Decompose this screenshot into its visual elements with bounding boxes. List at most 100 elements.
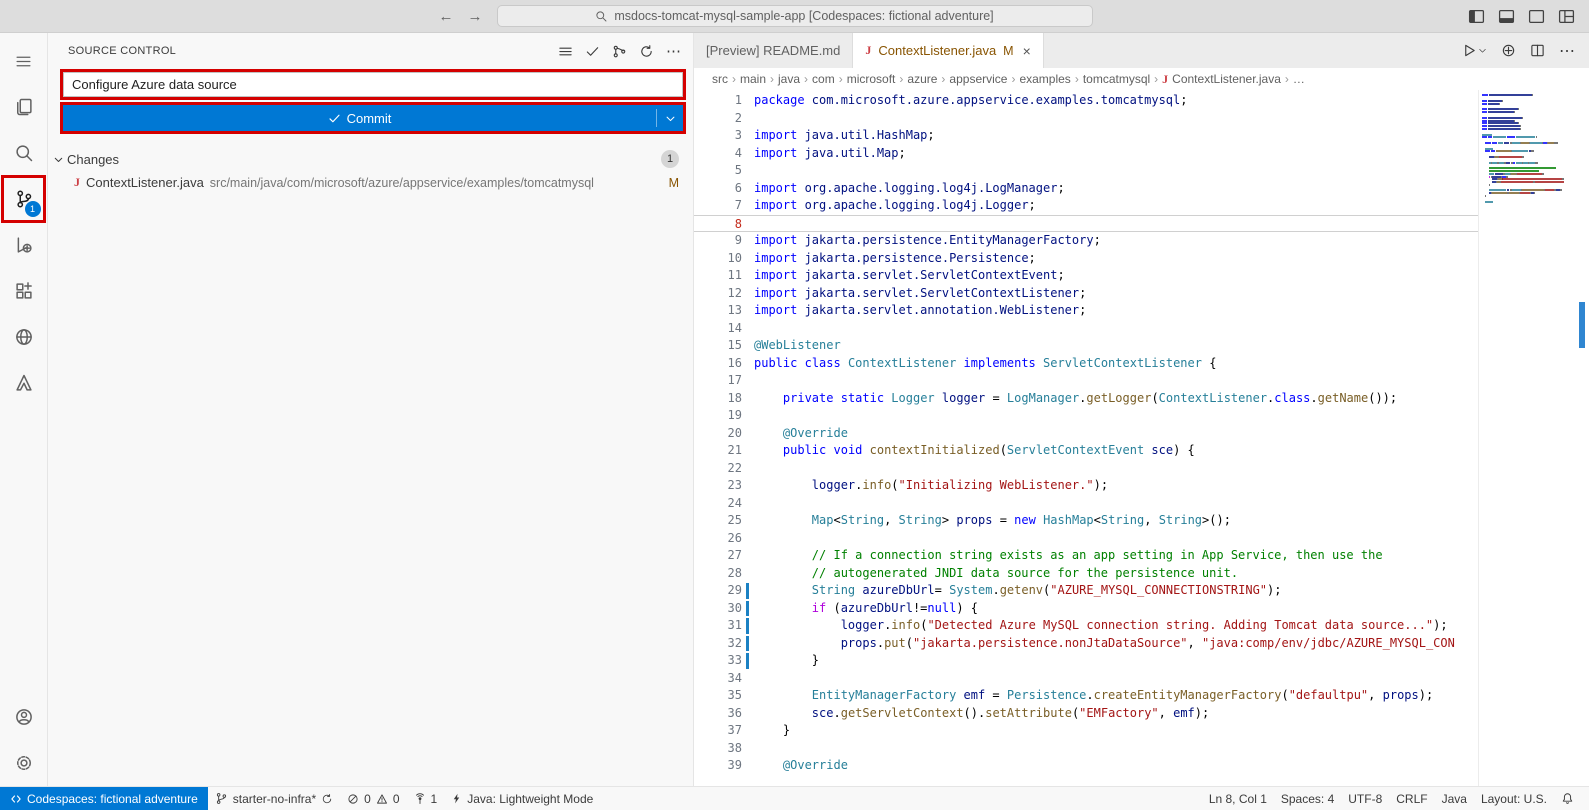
gutter-decoration[interactable] (742, 372, 754, 390)
code-line-18[interactable]: 18 private static Logger logger = LogMan… (694, 390, 1478, 408)
gutter-decoration[interactable] (742, 477, 754, 495)
line-number[interactable]: 5 (694, 162, 742, 180)
more-actions-icon[interactable]: ⋯ (666, 42, 681, 60)
code-line-35[interactable]: 35 EntityManagerFactory emf = Persistenc… (694, 687, 1478, 705)
azure-icon[interactable] (0, 360, 48, 406)
gutter-decoration[interactable] (742, 355, 754, 373)
code-line-13[interactable]: 13import jakarta.servlet.annotation.WebL… (694, 302, 1478, 320)
changes-section-header[interactable]: Changes 1 (48, 147, 693, 171)
gutter-decoration[interactable] (742, 547, 754, 565)
code-line-27[interactable]: 27 // If a connection string exists as a… (694, 547, 1478, 565)
code-line-25[interactable]: 25 Map<String, String> props = new HashM… (694, 512, 1478, 530)
breadcrumb-item[interactable]: microsoft (845, 72, 898, 86)
commit-action-icon[interactable] (585, 44, 600, 59)
code-area[interactable]: 1package com.microsoft.azure.appservice.… (694, 90, 1478, 786)
gutter-decoration[interactable] (742, 617, 754, 635)
code-line-37[interactable]: 37 } (694, 722, 1478, 740)
line-number[interactable]: 9 (694, 232, 742, 250)
keyboard-layout[interactable]: Layout: U.S. (1474, 787, 1554, 810)
line-number[interactable]: 11 (694, 267, 742, 285)
code-line-30[interactable]: 30 if (azureDbUrl!=null) { (694, 600, 1478, 618)
line-number[interactable]: 17 (694, 372, 742, 390)
java-status[interactable]: Java: Lightweight Mode (444, 787, 600, 810)
overview-ruler[interactable] (1574, 90, 1589, 786)
line-number[interactable]: 31 (694, 617, 742, 635)
gutter-decoration[interactable] (742, 162, 754, 180)
branch-indicator[interactable]: starter-no-infra* (208, 787, 340, 810)
gutter-decoration[interactable] (742, 216, 754, 232)
notifications-bell-icon[interactable] (1554, 787, 1581, 810)
indentation[interactable]: Spaces: 4 (1274, 787, 1341, 810)
line-number[interactable]: 30 (694, 600, 742, 618)
line-number[interactable]: 26 (694, 530, 742, 548)
gutter-decoration[interactable] (742, 600, 754, 618)
gutter-decoration[interactable] (742, 565, 754, 583)
line-number[interactable]: 38 (694, 740, 742, 758)
code-line-6[interactable]: 6import org.apache.logging.log4j.LogMana… (694, 180, 1478, 198)
run-java-button[interactable] (1462, 43, 1487, 58)
breadcrumb-item[interactable]: src (710, 72, 730, 86)
code-line-2[interactable]: 2 (694, 110, 1478, 128)
code-line-8[interactable]: 8 (694, 215, 1478, 233)
line-number[interactable]: 18 (694, 390, 742, 408)
remote-indicator[interactable]: Codespaces: fictional adventure (0, 787, 208, 810)
code-editor[interactable]: 1package com.microsoft.azure.appservice.… (694, 90, 1589, 786)
breadcrumb-item[interactable]: JContextListener.java (1160, 72, 1283, 87)
code-line-20[interactable]: 20 @Override (694, 425, 1478, 443)
source-control-icon[interactable]: 1 (0, 176, 48, 222)
settings-gear-icon[interactable] (0, 740, 48, 786)
view-as-list-icon[interactable] (558, 44, 573, 59)
line-number[interactable]: 1 (694, 92, 742, 110)
gutter-decoration[interactable] (742, 512, 754, 530)
code-line-31[interactable]: 31 logger.info("Detected Azure MySQL con… (694, 617, 1478, 635)
line-number[interactable]: 32 (694, 635, 742, 653)
breadcrumb-item[interactable]: appservice (947, 72, 1009, 86)
line-number[interactable]: 13 (694, 302, 742, 320)
remote-explorer-icon[interactable] (0, 314, 48, 360)
line-number[interactable]: 20 (694, 425, 742, 443)
line-number[interactable]: 35 (694, 687, 742, 705)
tab-contextlistener[interactable]: J ContextListener.java M × (853, 33, 1043, 68)
commit-dropdown-button[interactable] (657, 105, 683, 131)
code-line-26[interactable]: 26 (694, 530, 1478, 548)
code-line-29[interactable]: 29 String azureDbUrl= System.getenv("AZU… (694, 582, 1478, 600)
gutter-decoration[interactable] (742, 267, 754, 285)
line-number[interactable]: 16 (694, 355, 742, 373)
gutter-decoration[interactable] (742, 92, 754, 110)
toggle-secondary-sidebar-icon[interactable] (1528, 8, 1545, 25)
code-line-17[interactable]: 17 (694, 372, 1478, 390)
breadcrumb-item[interactable]: azure (905, 72, 939, 86)
gutter-decoration[interactable] (742, 687, 754, 705)
gutter-decoration[interactable] (742, 582, 754, 600)
editor-more-actions-icon[interactable]: ⋯ (1559, 41, 1575, 61)
search-view-icon[interactable] (0, 130, 48, 176)
gutter-decoration[interactable] (742, 127, 754, 145)
gutter-decoration[interactable] (742, 757, 754, 775)
code-line-12[interactable]: 12import jakarta.servlet.ServletContextL… (694, 285, 1478, 303)
line-number[interactable]: 19 (694, 407, 742, 425)
gutter-decoration[interactable] (742, 635, 754, 653)
split-editor-icon[interactable] (1530, 43, 1545, 58)
line-number[interactable]: 7 (694, 197, 742, 215)
changed-file-row[interactable]: J ContextListener.java src/main/java/com… (48, 171, 693, 194)
line-number[interactable]: 6 (694, 180, 742, 198)
gutter-decoration[interactable] (742, 320, 754, 338)
line-number[interactable]: 8 (694, 216, 742, 232)
commit-message-input[interactable] (63, 72, 683, 97)
code-line-10[interactable]: 10import jakarta.persistence.Persistence… (694, 250, 1478, 268)
explorer-icon[interactable] (0, 84, 48, 130)
breadcrumb-item[interactable]: main (738, 72, 768, 86)
gutter-decoration[interactable] (742, 530, 754, 548)
gutter-decoration[interactable] (742, 407, 754, 425)
line-number[interactable]: 2 (694, 110, 742, 128)
gutter-decoration[interactable] (742, 285, 754, 303)
code-line-5[interactable]: 5 (694, 162, 1478, 180)
code-line-32[interactable]: 32 props.put("jakarta.persistence.nonJta… (694, 635, 1478, 653)
gutter-decoration[interactable] (742, 442, 754, 460)
run-debug-icon[interactable] (0, 222, 48, 268)
line-number[interactable]: 29 (694, 582, 742, 600)
line-number[interactable]: 12 (694, 285, 742, 303)
toggle-primary-sidebar-icon[interactable] (1468, 8, 1485, 25)
code-line-7[interactable]: 7import org.apache.logging.log4j.Logger; (694, 197, 1478, 215)
code-line-34[interactable]: 34 (694, 670, 1478, 688)
